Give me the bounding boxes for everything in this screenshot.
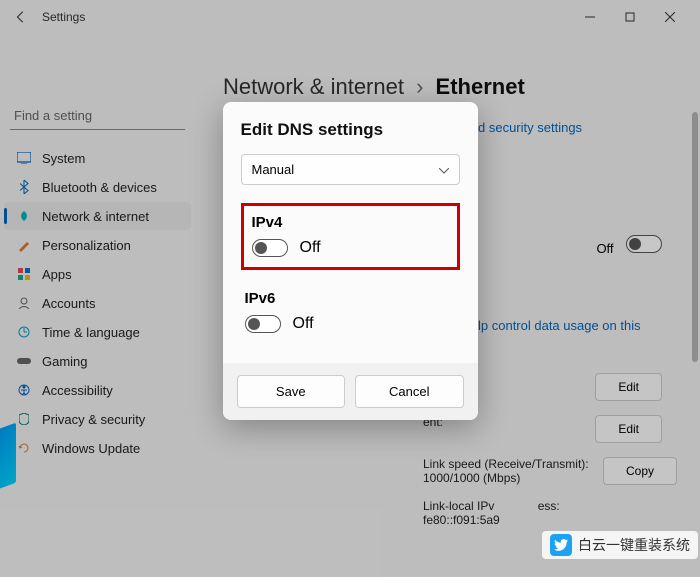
watermark-text: 白云一键重装系统 xyxy=(578,535,690,555)
ipv4-toggle-label: Off xyxy=(300,239,321,257)
twitter-icon xyxy=(550,534,572,556)
save-button[interactable]: Save xyxy=(237,375,346,408)
ipv6-toggle-label: Off xyxy=(293,315,314,333)
dns-settings-modal: Edit DNS settings Manual IPv4 Off IPv6 O… xyxy=(223,102,478,420)
cancel-button[interactable]: Cancel xyxy=(355,375,464,408)
ipv6-section: IPv6 Off xyxy=(241,284,460,339)
ipv4-title: IPv4 xyxy=(252,214,449,231)
modal-overlay: Edit DNS settings Manual IPv4 Off IPv6 O… xyxy=(0,0,700,577)
ipv6-title: IPv6 xyxy=(245,290,456,307)
ipv4-toggle[interactable] xyxy=(252,239,288,257)
modal-title: Edit DNS settings xyxy=(241,120,460,140)
watermark: 白云一键重装系统 xyxy=(542,531,698,559)
chevron-down-icon xyxy=(439,162,449,177)
dns-mode-value: Manual xyxy=(252,162,295,177)
ipv6-toggle[interactable] xyxy=(245,315,281,333)
dns-mode-select[interactable]: Manual xyxy=(241,154,460,185)
ipv4-section: IPv4 Off xyxy=(241,203,460,270)
